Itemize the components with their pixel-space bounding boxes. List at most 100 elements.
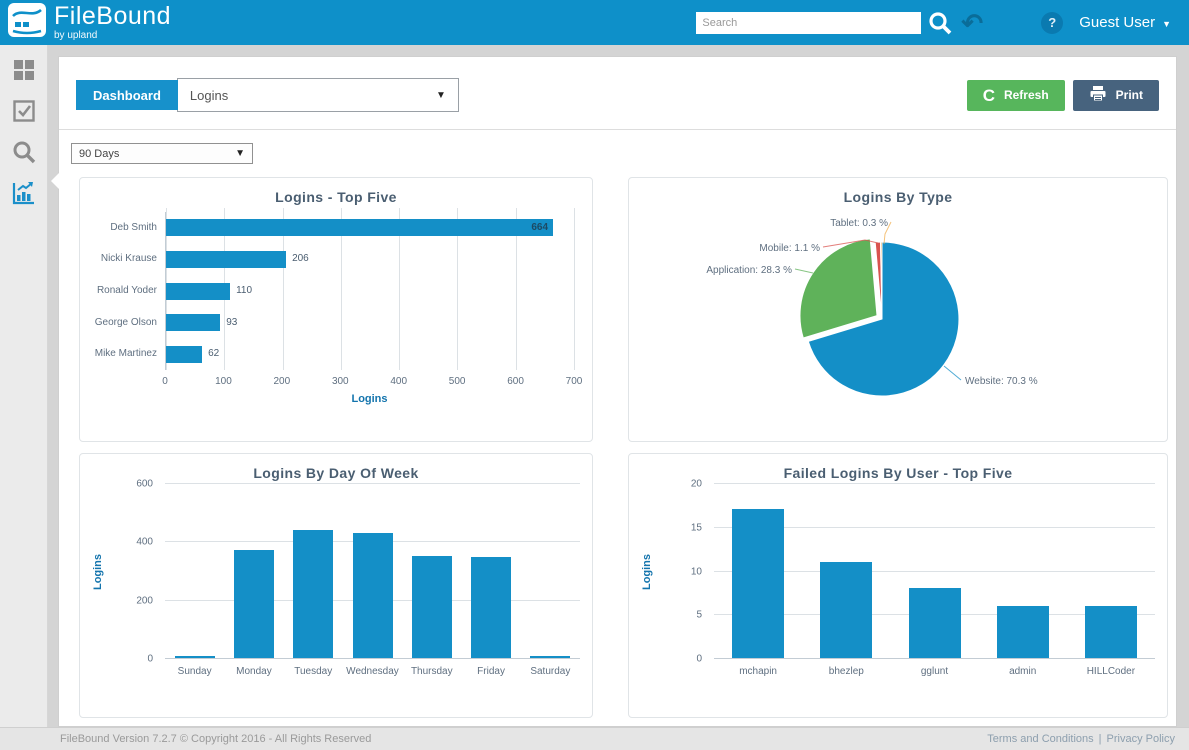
sidebar-item-search[interactable] <box>10 140 38 168</box>
search-input[interactable] <box>696 12 921 34</box>
x-axis-title: Logins <box>165 393 574 405</box>
category-label: Ronald Yoder <box>80 285 157 296</box>
gridline <box>165 658 580 659</box>
charts-grid: Logins - Top Five 6642061109362Deb Smith… <box>59 164 1176 718</box>
dashboard-tab[interactable]: Dashboard <box>76 80 178 110</box>
category-label: Thursday <box>411 666 453 677</box>
category-label: Wednesday <box>346 666 399 677</box>
bar[interactable] <box>293 530 333 658</box>
value-label: 93 <box>226 317 237 328</box>
category-label: Nicki Krause <box>80 253 157 264</box>
x-axis: 0100200300400500600700 <box>165 376 574 390</box>
user-menu[interactable]: Guest User ▼ <box>1079 14 1171 31</box>
bar[interactable] <box>175 656 215 658</box>
search-icon <box>11 139 37 170</box>
value-label: 62 <box>208 348 219 359</box>
tick-label: 200 <box>274 376 291 387</box>
category-label: Monday <box>236 666 272 677</box>
y-axis-title: Logins <box>639 484 655 659</box>
plot-area <box>165 484 580 659</box>
print-button-label: Print <box>1116 88 1143 102</box>
tick-label: 500 <box>449 376 466 387</box>
checkbox-icon <box>12 99 36 128</box>
bar[interactable] <box>1085 606 1137 659</box>
bar[interactable] <box>166 251 286 268</box>
gridline <box>714 658 1155 659</box>
user-name: Guest User <box>1079 14 1155 31</box>
pie-slice-label: Mobile: 1.1 % <box>759 243 820 254</box>
bar[interactable] <box>166 346 202 363</box>
bar[interactable] <box>353 533 393 658</box>
plot-area: 6642061109362 <box>165 212 574 370</box>
chart-body: Website: 70.3 % Application: 28.3 % Mobile… <box>629 178 1167 441</box>
terms-link[interactable]: Terms and Conditions <box>987 733 1093 745</box>
bar[interactable] <box>732 509 784 658</box>
category-label: HILLCoder <box>1087 666 1135 677</box>
tick-label: 700 <box>566 376 583 387</box>
gridline <box>574 208 575 370</box>
chart-body: 05101520mchapinbhezlepggluntadminHILLCod… <box>629 454 1167 717</box>
gridline <box>165 483 580 484</box>
category-label: Tuesday <box>294 666 332 677</box>
grid-icon <box>12 58 36 87</box>
bar[interactable] <box>166 283 230 300</box>
dashboard-select-value: Logins <box>190 88 228 103</box>
search-icon[interactable] <box>927 10 953 36</box>
dashboard-tab-label: Dashboard <box>93 88 161 103</box>
app-logo[interactable]: FileBound by upland <box>0 3 171 42</box>
pie-slice-label: Application: 28.3 % <box>706 265 792 276</box>
category-label: George Olson <box>80 317 157 328</box>
sidebar <box>0 45 48 727</box>
privacy-link[interactable]: Privacy Policy <box>1107 733 1175 745</box>
dashboard-select[interactable]: Logins ▼ <box>177 78 459 112</box>
refresh-button[interactable]: C Refresh <box>967 80 1065 111</box>
tick-label: 0 <box>147 654 153 665</box>
chart-panel-logins-top-five: Logins - Top Five 6642061109362Deb Smith… <box>79 177 593 442</box>
bar[interactable] <box>530 656 570 658</box>
app-tagline: by upland <box>54 31 171 41</box>
chart-body: 0200400600SundayMondayTuesdayWednesdayTh… <box>80 454 592 717</box>
tick-label: 400 <box>390 376 407 387</box>
sidebar-item-tasks[interactable] <box>10 99 38 127</box>
chart-icon <box>11 180 37 211</box>
tick-label: 300 <box>332 376 349 387</box>
tick-label: 600 <box>136 479 153 490</box>
tick-label: 0 <box>696 654 702 665</box>
gridline <box>714 483 1155 484</box>
chevron-down-icon: ▼ <box>1162 19 1171 29</box>
category-label: mchapin <box>739 666 777 677</box>
bar[interactable] <box>166 314 220 331</box>
date-range-select[interactable]: 90 Days ▼ <box>71 143 253 164</box>
dashboard-card: Dashboard Logins ▼ C Refresh <box>58 56 1177 727</box>
bar[interactable] <box>234 550 274 658</box>
refresh-button-label: Refresh <box>1004 88 1049 102</box>
category-label: Mike Martinez <box>80 348 157 359</box>
category-label: Friday <box>477 666 505 677</box>
pie-slice-label: Website: 70.3 % <box>965 376 1038 387</box>
bar[interactable]: 664 <box>166 219 553 236</box>
tick-label: 400 <box>136 537 153 548</box>
print-button[interactable]: Print <box>1073 80 1159 111</box>
sidebar-item-apps[interactable] <box>10 58 38 86</box>
category-label: Deb Smith <box>80 222 157 233</box>
tick-label: 600 <box>507 376 524 387</box>
tick-label: 5 <box>696 610 702 621</box>
chart-body: 6642061109362Deb SmithNicki KrauseRonald… <box>80 178 592 441</box>
value-label: 206 <box>292 253 309 264</box>
pie-slice-label: Tablet: 0.3 % <box>830 218 888 229</box>
app-title: FileBound <box>54 4 171 29</box>
filebound-logo-icon <box>8 3 46 42</box>
bar[interactable] <box>471 557 511 658</box>
caret-down-icon: ▼ <box>436 90 446 101</box>
bar[interactable] <box>997 606 1049 659</box>
value-label: 664 <box>531 222 548 233</box>
help-icon[interactable]: ? <box>1041 12 1063 34</box>
bar[interactable] <box>412 556 452 658</box>
footer-copyright: FileBound Version 7.2.7 © Copyright 2016… <box>60 733 371 745</box>
bar[interactable] <box>909 588 961 658</box>
undo-icon[interactable]: ↶ <box>961 12 983 34</box>
bar[interactable] <box>820 562 872 658</box>
tick-label: 0 <box>162 376 168 387</box>
tick-label: 100 <box>215 376 232 387</box>
sidebar-item-reports-active[interactable] <box>10 181 38 209</box>
